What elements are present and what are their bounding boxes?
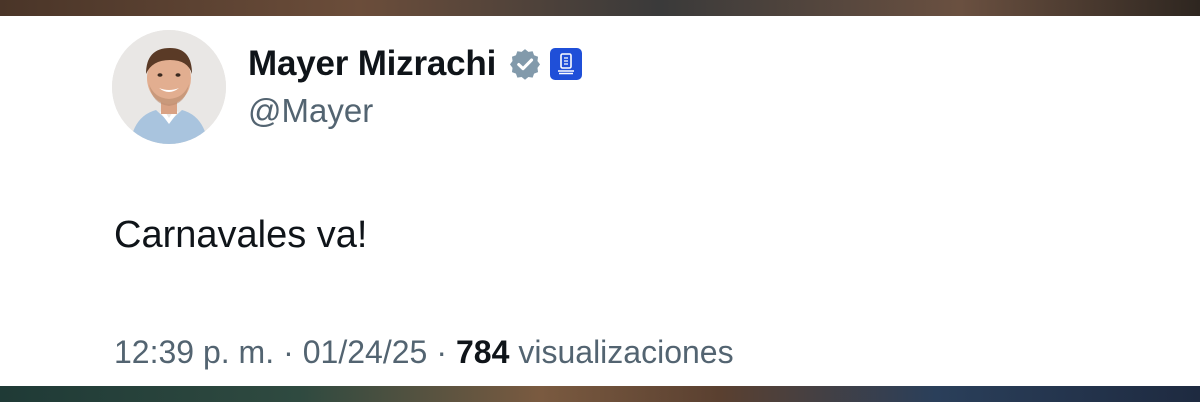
views-label: visualizaciones	[518, 334, 734, 370]
background-photo-top	[0, 0, 1200, 16]
tweet-time[interactable]: 12:39 p. m.	[114, 334, 274, 371]
avatar[interactable]	[112, 30, 226, 144]
tweet-date[interactable]: 01/24/25	[303, 334, 428, 371]
tweet-card[interactable]: Mayer Mizrachi @Mayer Carnavales va! 12:…	[0, 16, 1200, 386]
tweet-meta: 12:39 p. m. · 01/24/25 · 784 visualizaci…	[114, 334, 734, 371]
background-photo-bottom	[0, 386, 1200, 402]
screenshot-frame: Mayer Mizrachi @Mayer Carnavales va! 12:…	[0, 0, 1200, 402]
meta-separator: ·	[436, 334, 447, 370]
meta-separator: ·	[283, 334, 294, 370]
affiliate-badge-icon[interactable]	[550, 48, 583, 80]
verified-badge-icon[interactable]	[508, 47, 542, 81]
author-handle[interactable]: @Mayer	[248, 92, 373, 130]
author-display-name[interactable]: Mayer Mizrachi	[248, 44, 496, 84]
tweet-text: Carnavales va!	[114, 214, 368, 256]
author-name-row: Mayer Mizrachi	[248, 42, 583, 86]
avatar-image	[112, 30, 226, 144]
views-count[interactable]: 784	[456, 334, 509, 371]
